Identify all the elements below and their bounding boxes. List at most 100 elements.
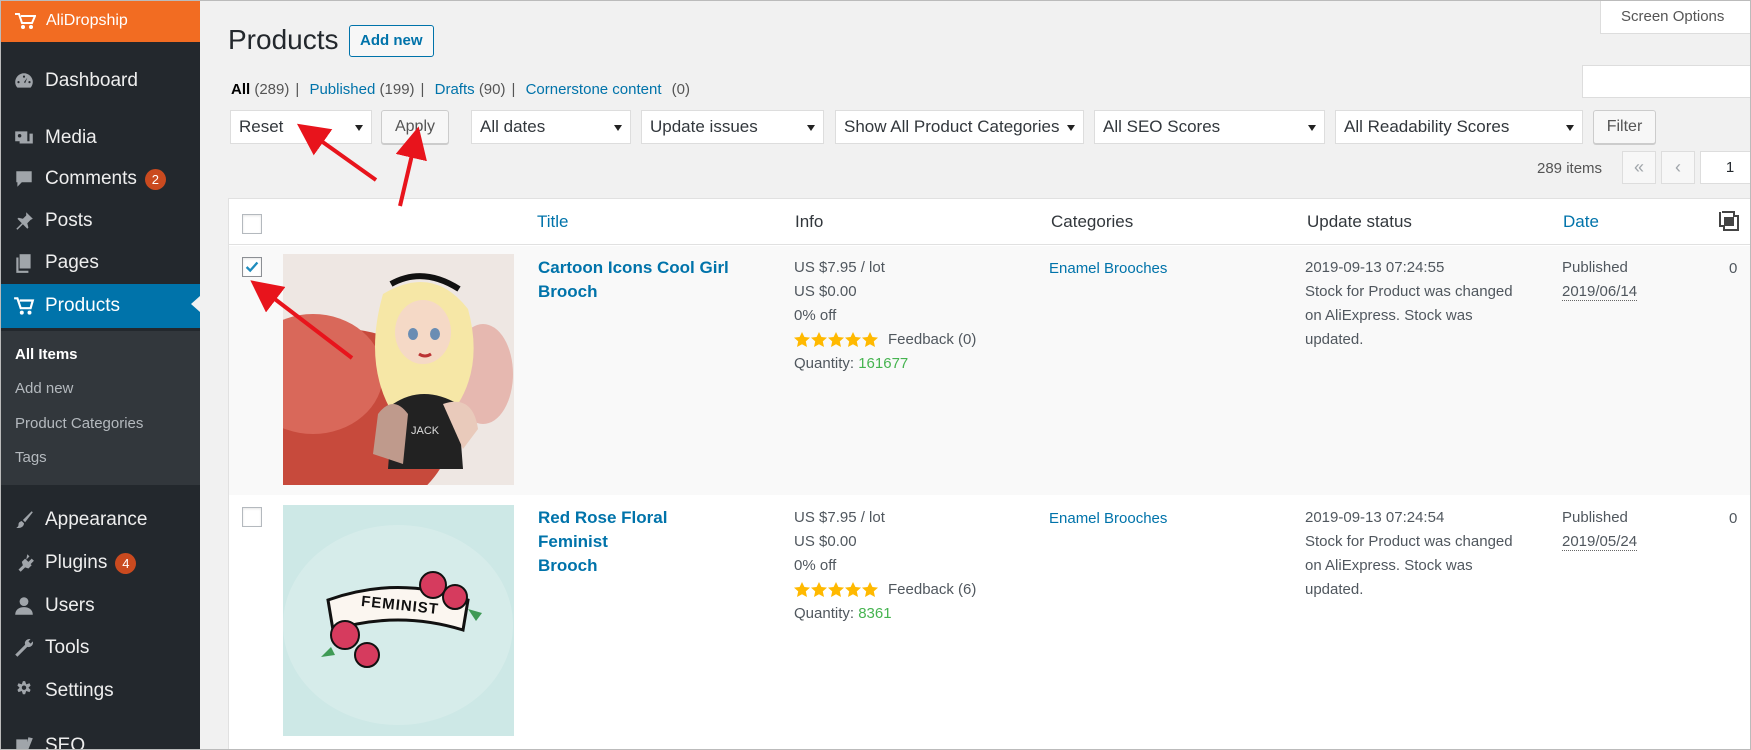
brand-label: AliDropship	[46, 12, 128, 29]
rating-stars-icon	[794, 332, 878, 348]
menu-label: Settings	[45, 680, 114, 701]
dashboard-icon	[12, 70, 36, 92]
pin-icon	[12, 210, 36, 232]
table-row: JACK Cartoon Icons Cool Girl Brooch US $…	[229, 246, 1751, 495]
view-all-count: (289)	[254, 81, 290, 98]
filter-button[interactable]: Filter	[1593, 110, 1656, 144]
row-checkbox[interactable]	[242, 257, 262, 277]
submenu-tags[interactable]: Tags	[15, 449, 47, 466]
update-message: updated.	[1305, 331, 1364, 348]
readability-score-select[interactable]: All Readability Scores	[1335, 110, 1583, 144]
user-icon	[12, 595, 36, 617]
category-filter-select[interactable]: Show All Product Categories	[835, 110, 1084, 144]
media-icon	[12, 127, 36, 149]
date-filter-select[interactable]: All dates	[471, 110, 631, 144]
menu-label: Posts	[45, 210, 93, 231]
quantity-label: Quantity:	[794, 355, 855, 372]
menu-posts[interactable]: Posts	[0, 201, 200, 241]
current-page-input[interactable]: 1	[1700, 151, 1751, 184]
category-link[interactable]: Enamel Brooches	[1049, 260, 1167, 277]
column-info: Info	[795, 212, 824, 231]
product-title-link[interactable]: Red Rose Floral Feminist Brooch	[538, 506, 738, 578]
menu-pages[interactable]: Pages	[0, 243, 200, 283]
menu-label: Dashboard	[45, 70, 138, 91]
menu-settings[interactable]: Settings	[0, 671, 200, 711]
menu-label: Products	[45, 295, 120, 316]
comment-count[interactable]: 0	[1729, 260, 1737, 277]
product-thumbnail[interactable]: JACK	[283, 254, 514, 485]
publish-status: Published	[1562, 259, 1628, 276]
settings-icon	[12, 680, 36, 702]
menu-users[interactable]: Users	[0, 586, 200, 626]
publish-status: Published	[1562, 509, 1628, 526]
table-header: Title Info Categories Update status Date	[229, 199, 1751, 245]
menu-comments[interactable]: Comments 2	[0, 159, 200, 199]
menu-plugins[interactable]: Plugins 4	[0, 543, 200, 583]
discount: 0% off	[794, 307, 837, 324]
submenu-product-categories[interactable]: Product Categories	[15, 415, 143, 432]
menu-appearance[interactable]: Appearance	[0, 500, 200, 540]
view-drafts-count: (90)	[478, 81, 506, 98]
product-title-line: Red Rose Floral Feminist	[538, 508, 668, 551]
rating-stars-icon	[794, 582, 878, 598]
menu-tools[interactable]: Tools	[0, 628, 200, 668]
product-thumbnail[interactable]: FEMINIST	[283, 505, 514, 736]
wrench-icon	[12, 637, 36, 659]
submenu-add-new[interactable]: Add new	[15, 380, 73, 397]
column-date[interactable]: Date	[1563, 212, 1599, 232]
products-table: Title Info Categories Update status Date	[228, 198, 1751, 750]
status-filter-links: All (289) | Published (199) | Drafts (90) |…	[231, 81, 691, 98]
items-count: 289 items	[1537, 160, 1603, 177]
feedback-count: Feedback (6)	[888, 581, 977, 598]
product-info: US $7.95 / lot US $0.00 0% off Feedback …	[794, 256, 976, 376]
arrow-to-apply	[395, 126, 427, 207]
comment-count[interactable]: 0	[1729, 510, 1737, 527]
apply-button[interactable]: Apply	[381, 110, 449, 144]
view-drafts-link[interactable]: Drafts	[435, 81, 475, 98]
update-message: Stock for Product was changed	[1305, 533, 1513, 550]
category-link[interactable]: Enamel Brooches	[1049, 510, 1167, 527]
menu-dashboard[interactable]: Dashboard	[0, 61, 200, 101]
seo-icon	[12, 735, 36, 750]
discount: 0% off	[794, 557, 837, 574]
add-new-button[interactable]: Add new	[349, 25, 434, 57]
view-all-link[interactable]: All	[231, 81, 250, 98]
submenu-all-items[interactable]: All Items	[15, 346, 78, 363]
menu-media[interactable]: Media	[0, 118, 200, 158]
sale-price: US $0.00	[794, 533, 857, 550]
view-cornerstone-link[interactable]: Cornerstone content	[526, 81, 662, 98]
prev-page-button[interactable]: ‹	[1661, 151, 1695, 184]
publish-date-value: 2019/06/14	[1562, 283, 1638, 301]
update-message: on AliExpress. Stock was	[1305, 557, 1473, 574]
paintbrush-icon	[12, 509, 36, 531]
price: US $7.95 / lot	[794, 259, 885, 276]
update-message: on AliExpress. Stock was	[1305, 307, 1473, 324]
menu-label: Comments	[45, 168, 137, 189]
pages-icon	[12, 252, 36, 274]
plugin-icon	[12, 552, 36, 574]
feminist-brooch-image	[283, 505, 514, 736]
menu-products[interactable]: Products	[0, 284, 200, 328]
screen-options-button[interactable]: Screen Options	[1600, 0, 1751, 34]
menu-label: Tools	[45, 637, 90, 658]
menu-label: SEO	[45, 735, 86, 750]
menu-seo[interactable]: SEO	[0, 726, 200, 750]
menu-label: Appearance	[45, 509, 148, 530]
menu-label: Users	[45, 595, 95, 616]
row-checkbox[interactable]	[242, 507, 262, 527]
product-title-link[interactable]: Cartoon Icons Cool Girl Brooch	[538, 256, 738, 304]
view-published-link[interactable]: Published	[309, 81, 375, 98]
select-all-checkbox[interactable]	[242, 214, 262, 234]
quantity-value: 161677	[858, 355, 909, 372]
search-input[interactable]	[1582, 65, 1751, 98]
update-issues-select[interactable]: Update issues	[641, 110, 824, 144]
menu-label: Media	[45, 127, 97, 148]
product-title-line: Cartoon Icons Cool Girl	[538, 258, 729, 277]
column-title[interactable]: Title	[537, 212, 569, 232]
brand-bar[interactable]: AliDropship	[0, 0, 200, 42]
update-message: Stock for Product was changed	[1305, 283, 1513, 300]
column-categories: Categories	[1051, 212, 1134, 231]
first-page-button[interactable]: «	[1622, 151, 1656, 184]
seo-score-select[interactable]: All SEO Scores	[1094, 110, 1325, 144]
bulk-action-select[interactable]: Reset	[230, 110, 372, 144]
